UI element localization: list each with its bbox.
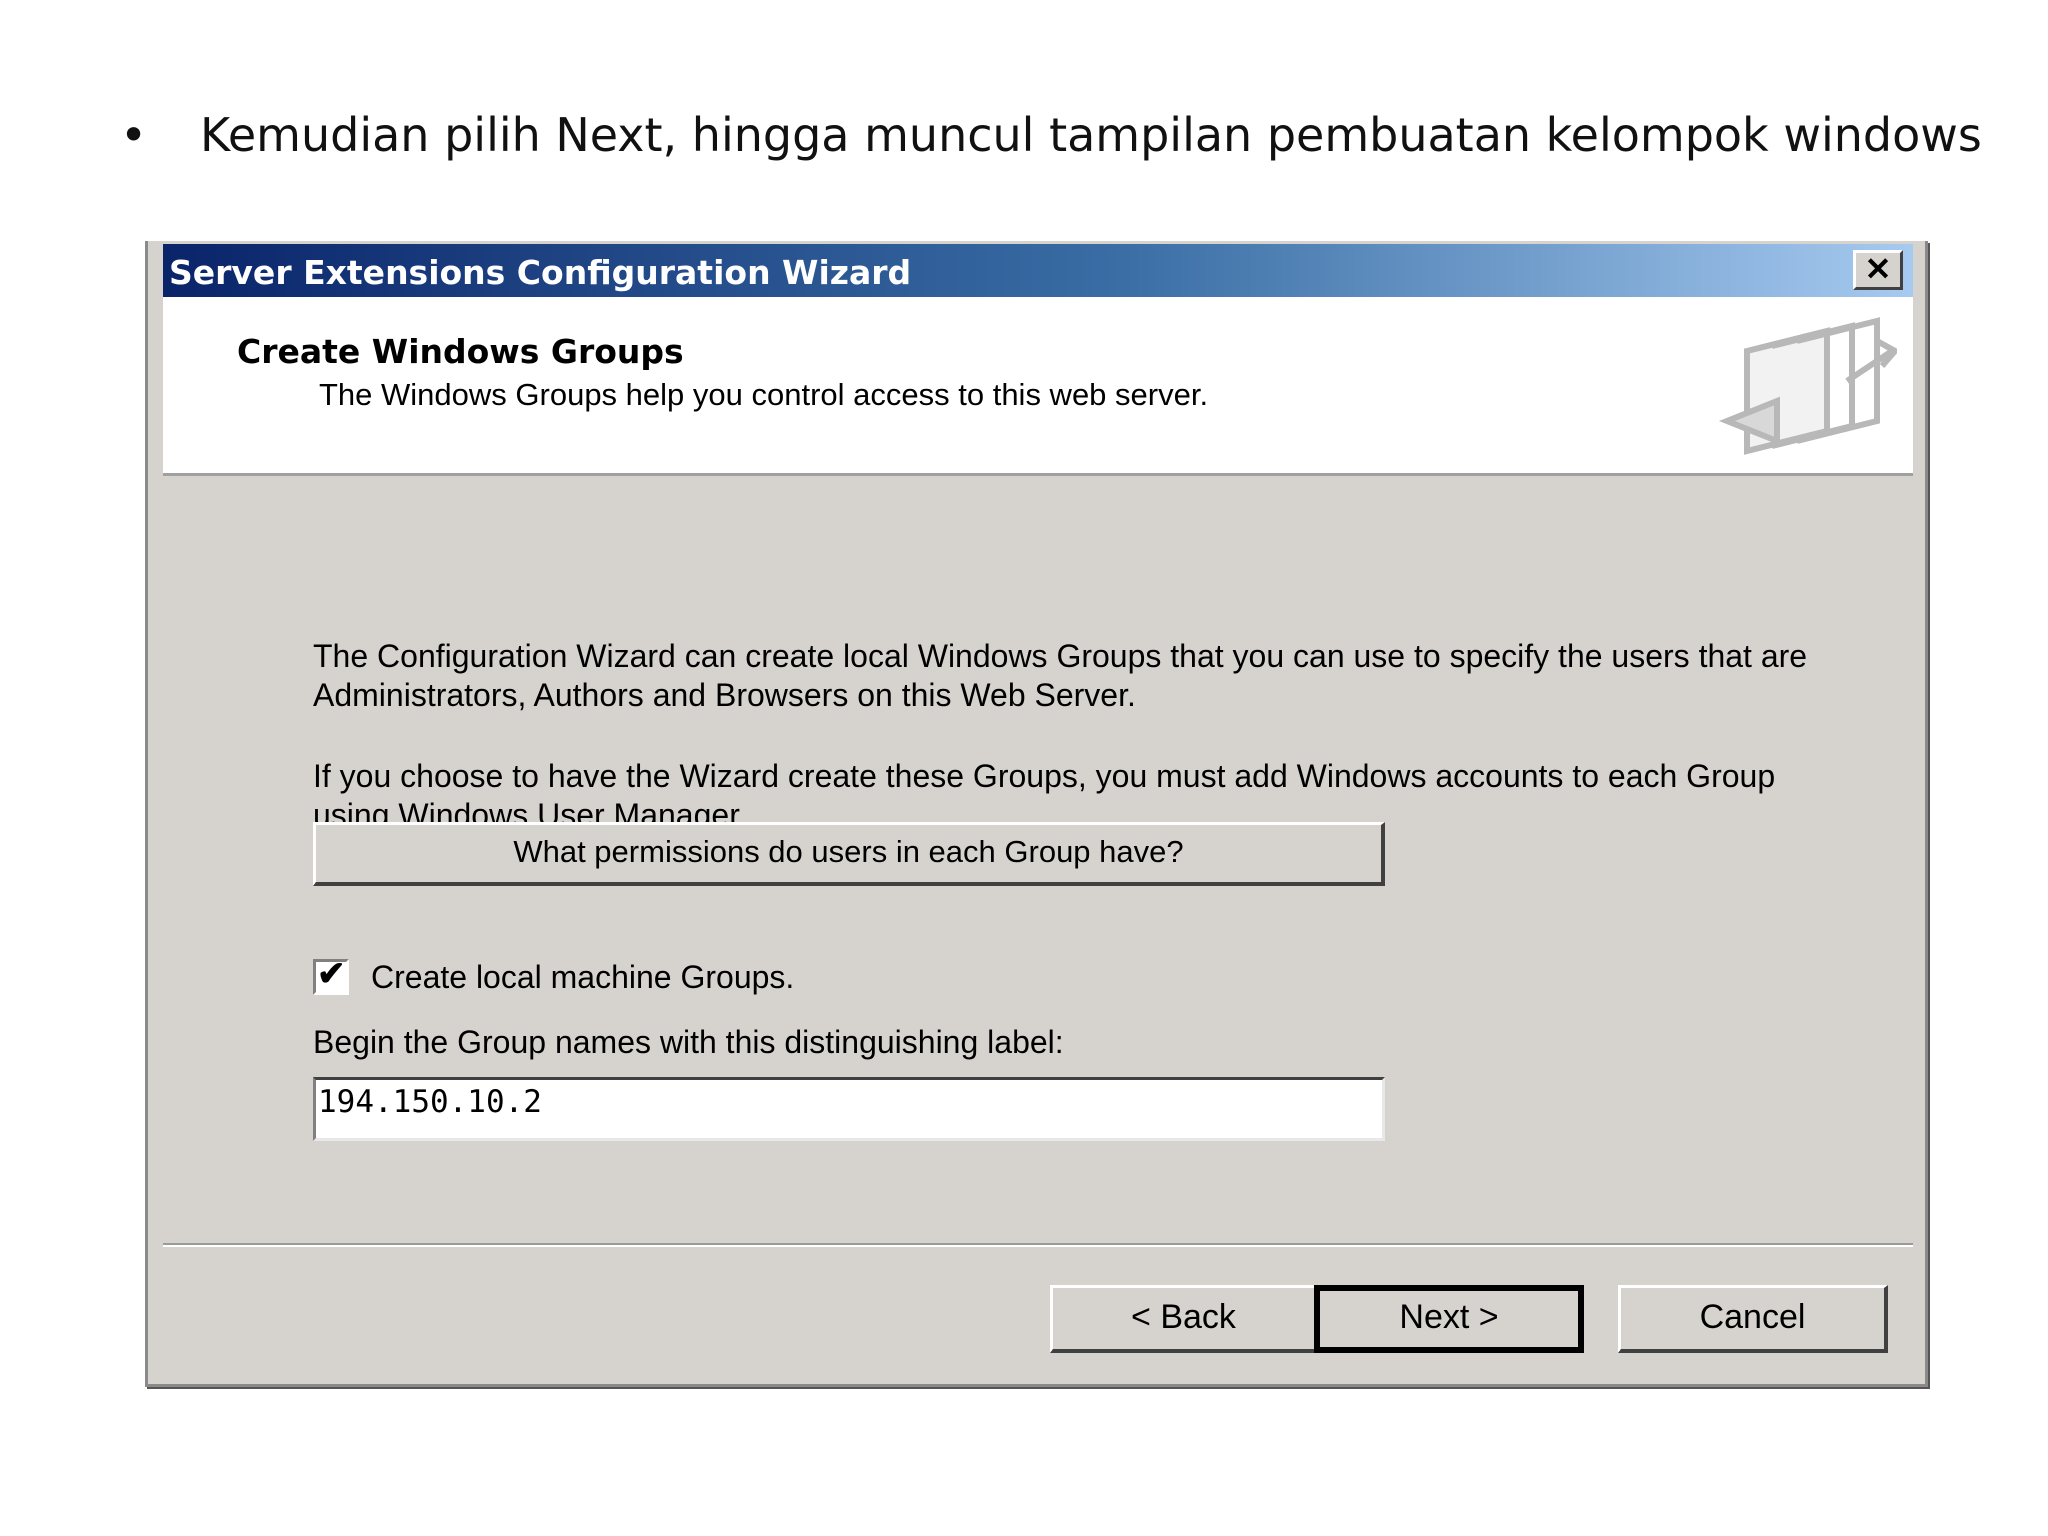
title-bar[interactable]: Server Extensions Configuration Wizard ✕: [163, 244, 1913, 297]
bullet-point: •: [120, 108, 148, 162]
wizard-dialog: Server Extensions Configuration Wizard ✕…: [145, 241, 1928, 1387]
back-button[interactable]: < Back: [1050, 1285, 1318, 1353]
slide: • Kemudian pilih Next, hingga muncul tamp…: [0, 0, 2048, 1536]
window-title: Server Extensions Configuration Wizard: [169, 253, 912, 292]
description-text: The Configuration Wizard can create loca…: [313, 638, 1808, 713]
group-label-input[interactable]: 194.150.10.2: [313, 1077, 1385, 1141]
bullet-text: Kemudian pilih Next, hingga muncul tampi…: [200, 108, 1982, 162]
create-groups-label[interactable]: Create local machine Groups.: [371, 959, 794, 996]
bullet-line: • Kemudian pilih Next, hingga muncul tamp…: [120, 108, 1982, 162]
next-button[interactable]: Next >: [1314, 1285, 1584, 1353]
checkmark-icon: ✔: [317, 955, 346, 993]
page-title: Create Windows Groups: [237, 332, 684, 371]
group-label-caption: Begin the Group names with this distingu…: [313, 1024, 1064, 1060]
cancel-button[interactable]: Cancel: [1618, 1285, 1888, 1353]
permissions-button[interactable]: What permissions do users in each Group …: [313, 822, 1385, 886]
page-subtitle: The Windows Groups help you control acce…: [319, 377, 1209, 412]
wizard-header: Create Windows Groups The Windows Groups…: [163, 297, 1913, 476]
close-button[interactable]: ✕: [1853, 250, 1903, 290]
create-groups-option[interactable]: ✔ Create local machine Groups.: [313, 955, 794, 997]
create-groups-checkbox[interactable]: ✔: [313, 955, 349, 995]
wizard-pages-icon: [1718, 317, 1897, 455]
footer-divider: [163, 1243, 1913, 1247]
close-icon: ✕: [1864, 251, 1892, 287]
